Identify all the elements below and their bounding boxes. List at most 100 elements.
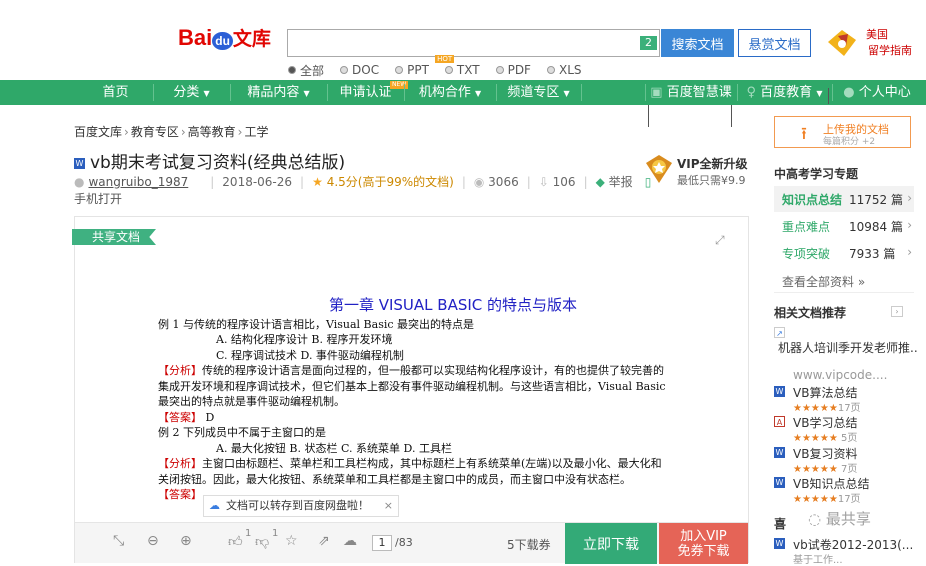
breadcrumb-item[interactable]: 工学 <box>244 125 268 139</box>
hot-topic-item[interactable]: 知识点总结 11752 篇 › <box>774 186 914 212</box>
breadcrumb-item[interactable]: 教育专区 <box>131 125 179 139</box>
thumbs-down-icon[interactable]: 👎︎ <box>255 533 269 550</box>
ad-link-icon: ↗ <box>774 327 785 338</box>
page-count: 17页 <box>837 403 861 414</box>
filter-label: XLS <box>558 63 582 77</box>
nav-label: 精品内容 <box>247 85 300 100</box>
radio-icon <box>288 66 296 74</box>
thumbs-up-icon[interactable]: 👍︎ <box>228 533 243 550</box>
baidu-wenku-logo[interactable]: Bai du 文库 <box>178 24 273 60</box>
divider: | <box>583 174 588 189</box>
question-2-analysis: 【分析】主窗口由标题栏、菜单栏和工具栏构成，其中标题栏上有系统菜单(左端)以及最… <box>158 456 668 487</box>
filter-txt[interactable]: TXT <box>444 62 480 78</box>
nav-channels[interactable]: 频道专区 ▼ <box>496 80 581 105</box>
share-icon[interactable]: ⇗ <box>318 533 330 549</box>
filter-pdf[interactable]: PDF <box>495 62 531 78</box>
save-to-netdisk-notice[interactable]: ☁ 文档可以转存到百度网盘啦！ × <box>203 495 399 517</box>
related-doc-item[interactable]: W VB知识点总结 ★★★★★17页 <box>774 475 914 505</box>
upload-doc-button[interactable]: ⭱ 上传我的文档 每篇积分 +2 <box>774 116 911 148</box>
topic-count: 7933 篇 <box>849 247 896 261</box>
viewer-toolbar: ⤡ ⊖ ⊕ 👍︎ 1 👎︎ 1 ☆ ⇗ ☁ 1 /83 5下载券 立即下载 加入… <box>75 522 748 564</box>
close-icon[interactable]: × <box>384 496 393 516</box>
logo-text-wenku: 文库 <box>232 28 271 50</box>
analysis-label: 【分析】 <box>158 457 202 470</box>
search-input[interactable] <box>287 29 660 57</box>
download-count: 106 <box>552 174 576 189</box>
chevron-right-icon: › <box>237 125 243 139</box>
chevron-right-icon: › <box>907 218 912 232</box>
nav-home[interactable]: 首页 <box>78 80 153 105</box>
related-docs-title: 相关文档推荐 <box>774 306 847 320</box>
cloud-icon: ☁ <box>209 499 220 512</box>
question-1-options-ab: A. 结构化程序设计 B. 程序开发环境 <box>216 333 393 346</box>
filter-all[interactable]: 全部 <box>288 62 324 78</box>
report-link[interactable]: 举报 <box>609 173 633 190</box>
related-doc-item[interactable]: W VB复习资料 ★★★★★ 7页 <box>774 445 914 475</box>
fullscreen-icon[interactable]: ⤡ <box>113 533 124 549</box>
favorite-star-icon[interactable]: ☆ <box>285 533 298 549</box>
guide-line <box>731 105 732 127</box>
nav-premium[interactable]: 精品内容 ▼ <box>230 80 327 105</box>
logo-paw: du <box>212 32 233 50</box>
breadcrumb-item[interactable]: 百度文库 <box>74 125 122 139</box>
study-abroad-promo[interactable]: 美国 留学指南 <box>824 26 914 64</box>
related-doc-item[interactable]: W vb试卷2012-2013(... 基于工作... <box>774 536 914 566</box>
zoom-in-icon[interactable]: ⊕ <box>180 533 192 549</box>
document-title: Wvb期末考试复习资料(经典总结版) <box>74 148 345 173</box>
zoom-out-icon[interactable]: ⊖ <box>147 533 159 549</box>
nav-category[interactable]: 分类 ▼ <box>153 80 230 105</box>
save-notice-text: 文档可以转存到百度网盘啦！ <box>226 499 369 512</box>
phone-open-link[interactable]: 手机打开 <box>74 190 122 207</box>
topic-name: 知识点总结 <box>782 193 843 207</box>
question-1-options-cd: C. 程序调试技术 D. 事件驱动编程机制 <box>216 348 404 362</box>
question-1-analysis: 【分析】传统的程序设计语言是面向过程的，但一般都可以实现结构化程序设计，有的也提… <box>158 363 668 410</box>
download-now-button[interactable]: 立即下载 <box>565 523 657 564</box>
chevron-right-icon: › <box>124 125 129 139</box>
nav-label: 机构合作 <box>418 85 471 100</box>
document-content: 第一章 VISUAL BASIC 的特点与版本 例 1 与传统的程序设计语言相比… <box>158 297 668 503</box>
caret-down-icon: ▼ <box>303 89 310 98</box>
cloud-save-icon[interactable]: ☁ <box>343 533 357 549</box>
upload-date: 2018-06-26 <box>222 174 293 189</box>
see-all-text: 查看全部资料 <box>782 275 855 289</box>
promo-line1: 美国 <box>866 28 888 41</box>
nav-label: 百度智慧课 <box>666 85 732 100</box>
nav-smart-class[interactable]: ▣ 百度智慧课 <box>645 80 737 105</box>
nav-user-center[interactable]: ● 个人中心 <box>832 80 922 105</box>
fullscreen-icon[interactable]: ⤢ <box>715 233 727 247</box>
related-doc-item[interactable]: W VB算法总结 ★★★★★17页 <box>774 384 914 414</box>
nav-divider <box>581 84 582 101</box>
vip-free-download-button[interactable]: 加入VIP 免券下载 <box>659 523 748 564</box>
filter-doc[interactable]: DOC <box>340 62 379 78</box>
see-all-link[interactable]: 查看全部资料 » <box>782 273 865 290</box>
refresh-icon[interactable]: › <box>891 306 903 317</box>
hot-topic-item[interactable]: 专项突破 7933 篇 › <box>774 240 914 266</box>
page-number-input[interactable]: 1 <box>372 535 392 551</box>
page-count: 7页 <box>841 464 858 475</box>
ad-url: www.vipcode.... <box>793 368 888 382</box>
nav-label: 频道专区 <box>507 85 560 100</box>
filter-label: PPT <box>407 63 429 77</box>
vip-upgrade-banner[interactable]: VIP全新升级 最低只需¥9.9 <box>644 153 754 189</box>
nav-baidu-edu[interactable]: ♀ 百度教育 ▼ <box>737 80 832 105</box>
filter-label: 全部 <box>300 63 325 78</box>
breadcrumb-item[interactable]: 高等教育 <box>188 125 236 139</box>
word-doc-icon: W <box>74 158 85 169</box>
topic-count: 11752 篇 <box>849 193 903 207</box>
radio-icon <box>444 66 453 74</box>
filter-xls[interactable]: XLS <box>546 62 582 78</box>
related-ad-item[interactable]: ↗ 机器人培训季开发老师推.. <box>774 325 918 367</box>
dislike-count: 1 <box>272 528 279 539</box>
hot-topics-title: 中高考学习专题 <box>774 167 859 181</box>
nav-cooperation[interactable]: 机构合作 ▼ <box>404 80 496 105</box>
question-1-answer: 【答案】 D <box>158 410 668 426</box>
related-ad-url[interactable]: www.vipcode.... <box>774 368 914 382</box>
related-doc-item[interactable]: A VB学习总结 ★★★★★ 5页 <box>774 414 914 444</box>
reward-docs-button[interactable]: 悬赏文档 <box>738 29 811 57</box>
filter-ppt[interactable]: PPT HOT <box>395 55 455 78</box>
analysis-label: 【分析】 <box>158 364 202 377</box>
search-docs-button[interactable]: 搜索文档 <box>661 29 734 57</box>
author-link[interactable]: wangruibo_1987 <box>88 175 188 189</box>
file-type-filters: 全部 DOC PPT HOT TXT PDF XLS <box>288 55 598 78</box>
hot-topic-item[interactable]: 重点难点 10984 篇 › <box>774 213 914 239</box>
